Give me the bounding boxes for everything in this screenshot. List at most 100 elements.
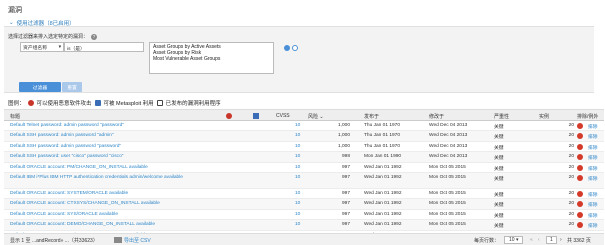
table-row[interactable]: Default SSH password: user "cisco" passw…: [4, 152, 604, 163]
exclude-icon[interactable]: [577, 211, 583, 218]
exclude-icon[interactable]: [577, 123, 583, 129]
modified-date: Wed Dec 04 2013: [429, 143, 468, 149]
table-row[interactable]: Default SSH password: admin password "ad…: [4, 131, 604, 142]
exclude-icon[interactable]: [577, 154, 583, 161]
exclude-link[interactable]: 排除: [588, 191, 598, 198]
vuln-title-link[interactable]: Default SSH password: admin password "ad…: [10, 133, 200, 138]
apply-filter-button[interactable]: 过滤器: [19, 82, 61, 92]
cvss-score[interactable]: 10: [295, 154, 300, 159]
page-title: 漏洞: [8, 7, 22, 14]
cvss-score[interactable]: 10: [295, 222, 300, 227]
prev-page-icon[interactable]: «: [530, 237, 533, 243]
risk-score: 997: [341, 190, 350, 196]
cvss-score[interactable]: 10: [295, 201, 300, 206]
exclude-link[interactable]: 排除: [588, 123, 598, 130]
cvss-score[interactable]: 10: [295, 175, 300, 180]
table-row[interactable]: Default ORACLE account: CTXSYS/CHANGE_ON…: [4, 199, 604, 210]
severity-badge: 关键: [494, 135, 504, 141]
published-date: Wed Jan 01 1992: [364, 201, 402, 207]
filter-operator-select[interactable]: is（是）: [64, 42, 144, 52]
exclude-link[interactable]: 排除: [588, 222, 598, 229]
filter-attribute-value: 资产组名称: [23, 45, 47, 51]
export-csv-link[interactable]: 导出至 CSV: [124, 237, 151, 244]
vuln-title-link[interactable]: Default SSH password: user "cisco" passw…: [10, 154, 200, 159]
exclude-icon[interactable]: [577, 174, 583, 181]
exclude-icon[interactable]: [577, 164, 583, 171]
exclude-link[interactable]: 排除: [588, 133, 598, 140]
export-icon[interactable]: [114, 237, 122, 243]
legend-prefix: 图例：: [8, 101, 25, 107]
remove-filter-icon[interactable]: [292, 45, 298, 51]
exclude-link[interactable]: 排除: [588, 212, 598, 219]
modified-date: Wed Dec 04 2013: [429, 123, 468, 128]
table-row[interactable]: Default SSH password: admin password "pa…: [4, 142, 604, 153]
col-exceptions[interactable]: 排除/例外: [577, 113, 598, 120]
cvss-score[interactable]: 10: [295, 191, 300, 196]
modified-date: Mon Oct 05 2015: [429, 174, 466, 180]
exclude-link[interactable]: 排除: [588, 175, 598, 182]
page-input[interactable]: 1: [546, 236, 557, 244]
filter-value-list[interactable]: Asset Groups by Active Assets Asset Grou…: [149, 42, 274, 74]
col-instances[interactable]: 实例: [539, 113, 549, 120]
table-row[interactable]: Default IBM i*Plus IBM HTTP authenticati…: [4, 172, 604, 189]
vuln-title-link[interactable]: Default ORACLE account: PM/CHANGE_ON_INS…: [10, 165, 200, 170]
vuln-title-link[interactable]: Default Telnet password: admin password …: [10, 123, 200, 128]
col-published[interactable]: 发布于: [364, 113, 379, 120]
exclude-link[interactable]: 排除: [588, 144, 598, 151]
exclude-link[interactable]: 排除: [588, 165, 598, 172]
legend-published-text: 已发布的漏洞利用程序: [165, 101, 221, 107]
exclude-link[interactable]: 排除: [588, 201, 598, 208]
reset-filter-button[interactable]: 重置: [62, 82, 82, 92]
next-page-icon[interactable]: ›: [560, 237, 562, 243]
vuln-title-link[interactable]: Default ORACLE account: SYSTEM/ORACLE av…: [10, 191, 200, 196]
col-severity[interactable]: 严重性: [494, 113, 509, 120]
risk-score: 997: [341, 222, 350, 228]
filter-operator-value: is（是）: [67, 47, 85, 52]
legend-malware-text: 可以使用恶意软件攻击: [36, 101, 92, 107]
instance-count: 20: [568, 154, 574, 160]
cvss-score[interactable]: 10: [295, 133, 300, 138]
risk-score: 998: [341, 154, 350, 160]
col-risk[interactable]: 风险 ⌄: [308, 113, 324, 120]
col-modified[interactable]: 修改于: [429, 113, 444, 120]
exclude-icon[interactable]: [577, 143, 583, 150]
vuln-title-link[interactable]: Default SSH password: admin password "pa…: [10, 144, 200, 149]
instance-count: 20: [568, 174, 574, 180]
col-cvss[interactable]: CVSS: [276, 113, 290, 119]
vuln-title-link[interactable]: Default ORACLE account: DEMO/CHANGE_ON_I…: [10, 222, 200, 227]
modified-date: Wed Dec 04 2013: [429, 154, 468, 160]
filter-value-option[interactable]: Most Vulnerable Asset Groups: [153, 56, 270, 62]
malware-kit-icon[interactable]: [226, 113, 232, 119]
add-filter-icon[interactable]: [284, 45, 290, 51]
vuln-title-link[interactable]: Default ORACLE account: CTXSYS/CHANGE_ON…: [10, 201, 200, 206]
rows-per-page-select[interactable]: 10 ▾: [504, 236, 524, 244]
cvss-score[interactable]: 10: [295, 165, 300, 170]
metasploit-icon[interactable]: [253, 113, 259, 119]
exclude-icon[interactable]: [577, 201, 583, 208]
table-row[interactable]: Default ORACLE account: PM/CHANGE_ON_INS…: [4, 163, 604, 173]
chevron-down-icon: ▾: [58, 44, 61, 50]
severity-badge: 关键: [494, 203, 504, 209]
col-title[interactable]: 标题: [10, 113, 20, 120]
exclude-icon[interactable]: [577, 190, 583, 197]
exclude-link[interactable]: 排除: [588, 154, 598, 161]
table-row[interactable]: Default ORACLE account: SYS/ORACLE avail…: [4, 210, 604, 221]
instance-count: 20: [568, 123, 574, 128]
vuln-title-link[interactable]: Default IBM i*Plus IBM HTTP authenticati…: [10, 175, 200, 180]
cvss-score[interactable]: 10: [295, 123, 300, 128]
back-page-icon[interactable]: ‹: [538, 237, 540, 243]
vuln-title-link[interactable]: Default ORACLE account: SYS/ORACLE avail…: [10, 212, 200, 217]
table-row[interactable]: Default Telnet password: admin password …: [4, 121, 604, 132]
table-row[interactable]: Default ORACLE account: DEMO/CHANGE_ON_I…: [4, 220, 604, 231]
instance-count: 20: [568, 143, 574, 149]
filter-description-text: 选择过滤器来排入选定特定的漏洞：: [8, 34, 89, 40]
exclude-icon[interactable]: [577, 222, 583, 229]
filter-attribute-select[interactable]: 资产组名称 ▾: [20, 42, 64, 52]
cvss-score[interactable]: 10: [295, 212, 300, 217]
help-icon[interactable]: ?: [91, 33, 98, 40]
exclude-icon[interactable]: [577, 133, 583, 140]
cvss-score[interactable]: 10: [295, 144, 300, 149]
table-row[interactable]: Default ORACLE account: SYSTEM/ORACLE av…: [4, 189, 604, 200]
instance-count: 20: [568, 190, 574, 196]
metasploit-icon: [94, 100, 101, 106]
